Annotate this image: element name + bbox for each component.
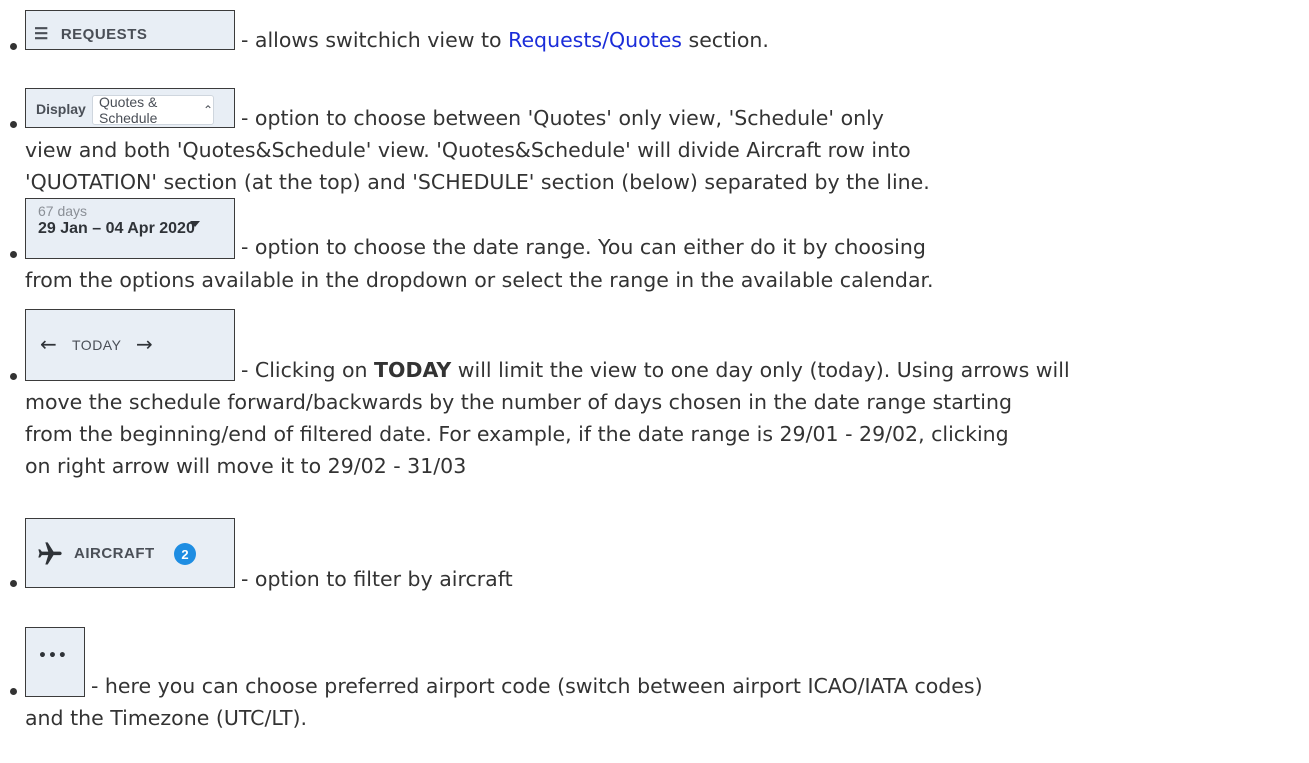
description-line: view and both 'Quotes&Schedule' view. 'Q… xyxy=(25,138,911,162)
bullet xyxy=(10,43,17,50)
more-icon[interactable]: ••• xyxy=(38,648,68,664)
description-line: - allows switchich view to Requests/Quot… xyxy=(241,28,769,52)
requests-quotes-link[interactable]: Requests/Quotes xyxy=(508,28,682,52)
aircraft-filter-screenshot: AIRCRAFT 2 xyxy=(25,518,235,588)
description-line: from the options available in the dropdo… xyxy=(25,268,934,292)
description-line: and the Timezone (UTC/LT). xyxy=(25,706,308,730)
date-range-picker[interactable]: 67 days 29 Jan – 04 Apr 2020 xyxy=(26,199,234,258)
requests-button-label: REQUESTS xyxy=(60,25,148,43)
description-line: - option to choose the date range. You c… xyxy=(241,235,926,259)
display-select[interactable]: Quotes & Schedule ⌃ xyxy=(92,94,214,126)
bullet xyxy=(10,688,17,695)
chevron-updown-icon: ⌃ xyxy=(202,103,213,117)
requests-button[interactable]: ☰ REQUESTS xyxy=(34,19,147,49)
aircraft-filter-button[interactable]: AIRCRAFT 2 xyxy=(26,519,234,587)
more-options-screenshot: ••• xyxy=(25,627,85,697)
bullet xyxy=(10,251,17,258)
description-line: move the schedule forward/backwards by t… xyxy=(25,390,1012,414)
description-line: on right arrow will move it to 29/02 - 3… xyxy=(25,454,467,478)
description-line: - Clicking on TODAY will limit the view … xyxy=(241,358,1070,382)
description-line: from the beginning/end of filtered date.… xyxy=(25,422,1009,446)
display-select-screenshot: Display Quotes & Schedule ⌃ xyxy=(25,88,235,128)
today-bold: TODAY xyxy=(374,358,452,382)
caret-down-icon xyxy=(190,221,200,227)
bullet xyxy=(10,373,17,380)
date-range-value: 29 Jan – 04 Apr 2020 xyxy=(38,220,195,237)
display-label: Display xyxy=(36,101,86,117)
days-count: 67 days xyxy=(38,203,88,219)
aircraft-count-badge: 2 xyxy=(174,543,196,565)
description-line: - option to filter by aircraft xyxy=(241,567,513,591)
arrow-left-icon[interactable]: ← xyxy=(40,332,57,356)
description-line: 'QUOTATION' section (at the top) and 'SC… xyxy=(25,170,930,194)
description-line: - here you can choose preferred airport … xyxy=(91,674,983,698)
list-icon: ☰ xyxy=(34,26,49,43)
aircraft-label: AIRCRAFT xyxy=(74,545,155,562)
bullet xyxy=(10,121,17,128)
bullet xyxy=(10,580,17,587)
airplane-icon xyxy=(38,542,62,565)
requests-button-screenshot: ☰ REQUESTS xyxy=(25,10,235,50)
today-button[interactable]: TODAY xyxy=(72,337,121,353)
arrow-right-icon[interactable]: → xyxy=(136,332,153,356)
description-line: - option to choose between 'Quotes' only… xyxy=(241,106,884,130)
date-range-screenshot: 67 days 29 Jan – 04 Apr 2020 xyxy=(25,198,235,259)
today-nav-screenshot: ← TODAY → xyxy=(25,309,235,381)
